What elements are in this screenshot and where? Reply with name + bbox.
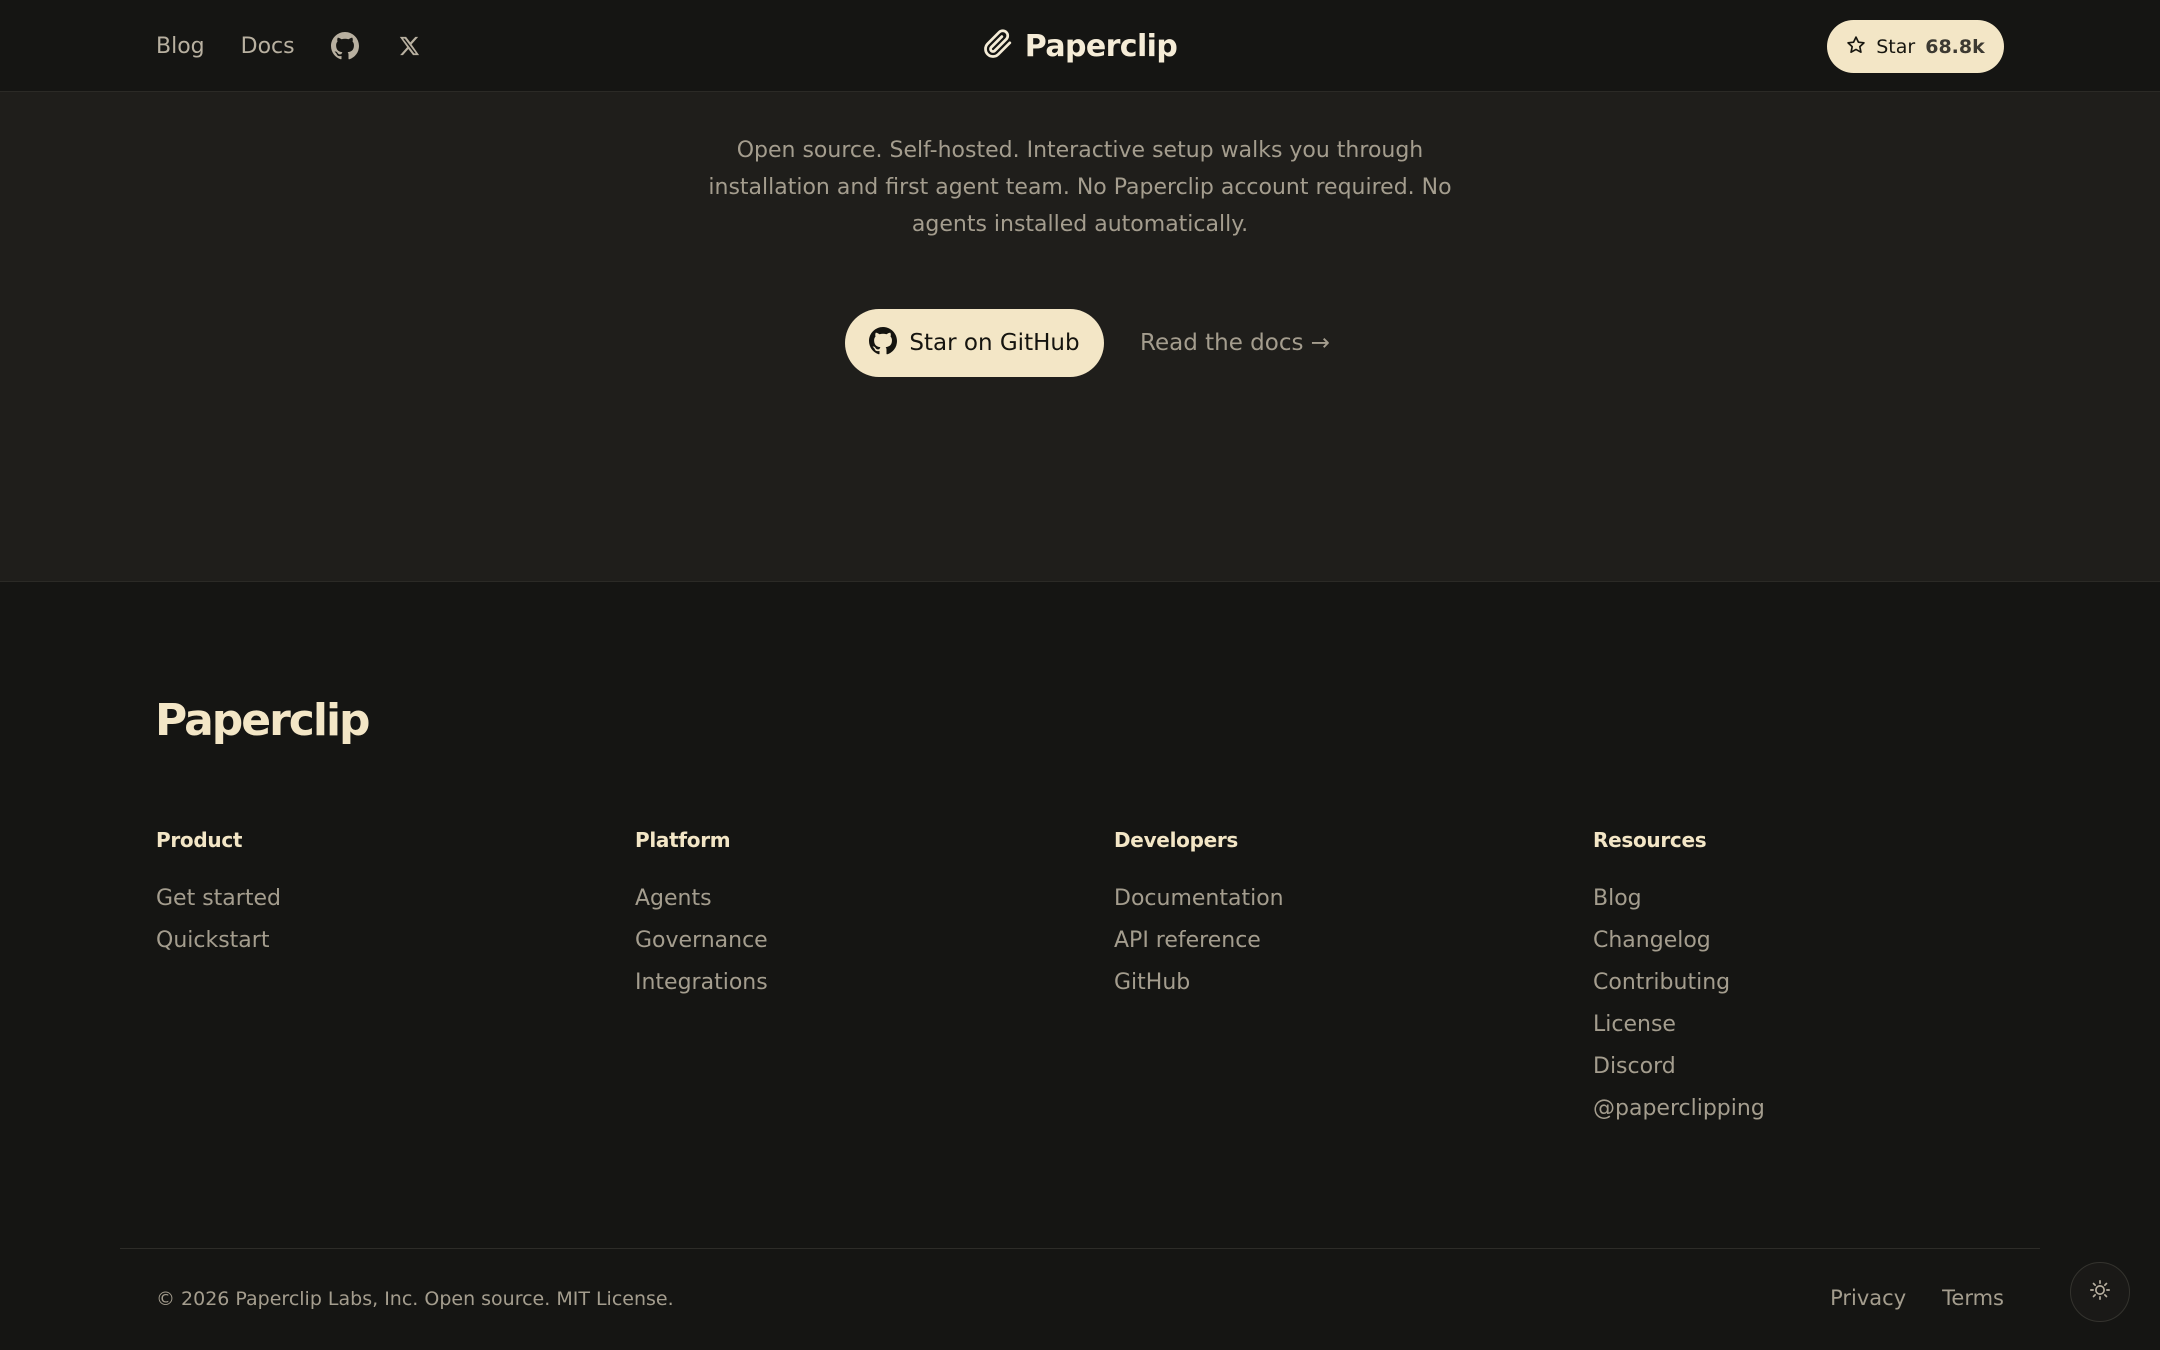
footer-link-github[interactable]: GitHub bbox=[1114, 962, 1284, 1004]
star-on-github-button[interactable]: Star on GitHub bbox=[845, 309, 1104, 377]
github-icon[interactable] bbox=[330, 32, 359, 60]
terms-link[interactable]: Terms bbox=[1942, 1286, 2004, 1310]
footer-link-integrations[interactable]: Integrations bbox=[635, 962, 768, 1004]
nav-link-blog[interactable]: Blog bbox=[156, 34, 205, 59]
footer-link-get-started[interactable]: Get started bbox=[156, 878, 281, 920]
star-button[interactable]: Star 68.8k bbox=[1827, 20, 2004, 73]
footer-link-social-handle[interactable]: @paperclipping bbox=[1593, 1088, 1765, 1130]
star-on-github-label: Star on GitHub bbox=[909, 330, 1080, 356]
star-icon bbox=[1846, 35, 1866, 59]
footer-column-product: Product Get started Quickstart bbox=[156, 828, 281, 962]
cta-description: Open source. Self-hosted. Interactive se… bbox=[708, 138, 1452, 237]
brand-name[interactable]: Paperclip bbox=[1025, 29, 1178, 64]
footer-link-license[interactable]: License bbox=[1593, 1004, 1765, 1046]
footer-logo[interactable]: Paperclip bbox=[155, 695, 371, 746]
footer-link-agents[interactable]: Agents bbox=[635, 878, 768, 920]
legal-links: Privacy Terms bbox=[1830, 1286, 2004, 1310]
github-icon bbox=[869, 327, 898, 359]
footer-column-developers: Developers Documentation API reference G… bbox=[1114, 828, 1284, 1004]
footer-link-api-reference[interactable]: API reference bbox=[1114, 920, 1284, 962]
footer-link-discord[interactable]: Discord bbox=[1593, 1046, 1765, 1088]
sun-icon bbox=[2089, 1279, 2111, 1305]
star-count: 68.8k bbox=[1925, 35, 1985, 58]
site-header: Blog Docs Paperclip Star 68.8k bbox=[0, 0, 2160, 92]
footer-column-title: Product bbox=[156, 828, 243, 852]
footer-column-platform: Platform Agents Governance Integrations bbox=[635, 828, 768, 1004]
footer-link-documentation[interactable]: Documentation bbox=[1114, 878, 1284, 920]
footer-column-title: Resources bbox=[1593, 828, 1707, 852]
read-the-docs-link[interactable]: Read the docs → bbox=[1140, 309, 1330, 377]
star-label: Star bbox=[1876, 35, 1916, 58]
footer-column-resources: Resources Blog Changelog Contributing Li… bbox=[1593, 828, 1765, 1130]
copyright-text: © 2026 Paperclip Labs, Inc. Open source.… bbox=[156, 1288, 674, 1310]
paperclip-icon bbox=[983, 29, 1013, 63]
footer-link-governance[interactable]: Governance bbox=[635, 920, 768, 962]
footer-column-title: Developers bbox=[1114, 828, 1239, 852]
x-icon[interactable] bbox=[395, 32, 423, 60]
cta-section: Open source. Self-hosted. Interactive se… bbox=[0, 92, 2160, 582]
footer-link-changelog[interactable]: Changelog bbox=[1593, 920, 1765, 962]
footer-column-title: Platform bbox=[635, 828, 731, 852]
footer-link-quickstart[interactable]: Quickstart bbox=[156, 920, 281, 962]
footer-divider bbox=[120, 1248, 2040, 1249]
theme-toggle-button[interactable] bbox=[2070, 1262, 2130, 1322]
nav-link-docs[interactable]: Docs bbox=[241, 34, 295, 59]
privacy-link[interactable]: Privacy bbox=[1830, 1286, 1906, 1310]
footer-link-contributing[interactable]: Contributing bbox=[1593, 962, 1765, 1004]
header-nav: Blog Docs bbox=[156, 0, 423, 92]
footer-link-blog[interactable]: Blog bbox=[1593, 878, 1765, 920]
